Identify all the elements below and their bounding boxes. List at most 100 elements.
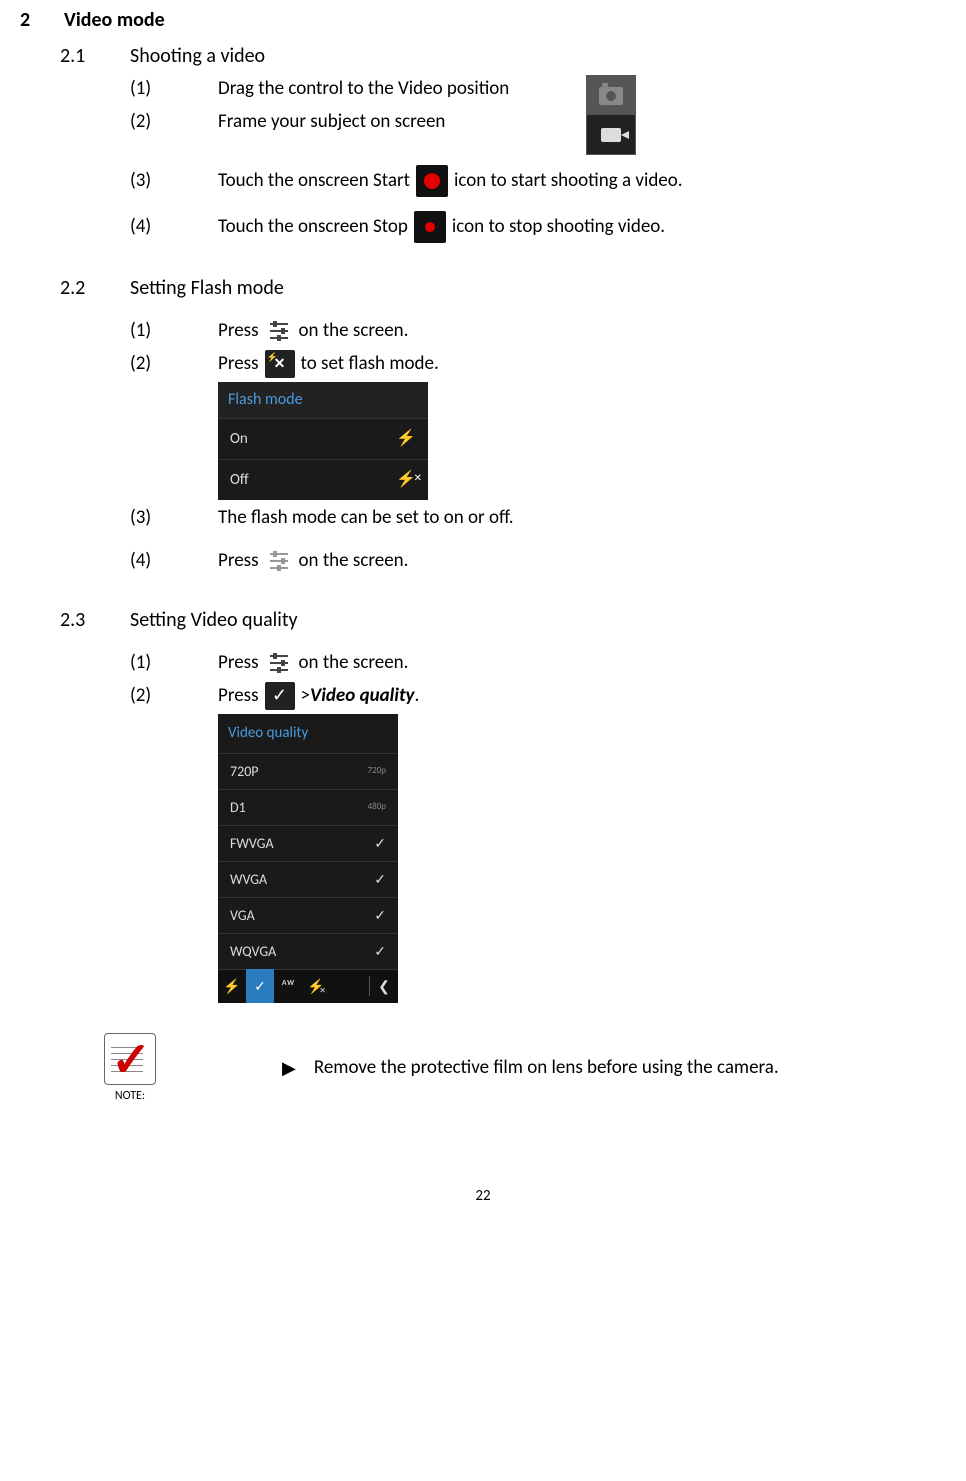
vq-label: 720P xyxy=(230,761,259,782)
vq-flash-off-icon: ⚡✕ xyxy=(302,969,330,1003)
text: icon to start shooting a video. xyxy=(454,167,683,196)
flash-on-icon: ⚡ xyxy=(396,427,416,451)
vq-badge: 720p xyxy=(368,764,386,778)
check-icon: ✓ xyxy=(374,833,386,854)
vq-label: WQVGA xyxy=(230,941,276,962)
list-item: (1) Drag the control to the Video positi… xyxy=(130,75,578,104)
flash-off-icon: ⚡✕ xyxy=(396,468,416,492)
list-item: (4) Press on the screen. xyxy=(130,547,946,576)
subsection-title: Setting Video quality xyxy=(130,605,298,635)
step-number: (3) xyxy=(130,504,218,533)
list-item: (1) Press on the screen. xyxy=(130,317,946,346)
note-text: Remove the protective film on lens befor… xyxy=(314,1054,779,1083)
settings-sliders-icon xyxy=(265,650,293,676)
list-item: (4) Touch the onscreen Stop icon to stop… xyxy=(130,211,946,243)
list-item: (1) Press on the screen. xyxy=(130,649,946,678)
text: to set flash mode. xyxy=(301,350,439,379)
note-bullet-icon: ▶ xyxy=(282,1055,296,1082)
record-start-icon xyxy=(416,165,448,197)
text: . xyxy=(415,682,420,711)
step-number: (2) xyxy=(130,350,218,379)
text: on the screen. xyxy=(299,317,409,346)
vq-toolbar: ⚡ ✓ ᴬᵂ ⚡✕ ❮ xyxy=(218,969,398,1003)
flash-off-label: Off xyxy=(230,469,249,492)
vq-label: D1 xyxy=(230,797,246,818)
vq-flash-auto-icon: ⚡ xyxy=(218,969,246,1003)
check-icon: ✓ xyxy=(374,905,386,926)
step-text: Frame your subject on screen xyxy=(218,108,445,137)
text: Press xyxy=(218,317,259,346)
section-number: 2 xyxy=(20,5,64,35)
text: > xyxy=(301,682,310,711)
video-mode xyxy=(587,115,635,154)
settings-sliders-icon xyxy=(265,548,293,574)
note-block: ✓ NOTE: ▶ Remove the protective film on … xyxy=(20,1033,946,1105)
list-item: (2) Frame your subject on screen xyxy=(130,108,578,137)
text: Press xyxy=(218,350,259,379)
text: on the screen. xyxy=(299,649,409,678)
step-number: (3) xyxy=(130,167,218,196)
step-text: Drag the control to the Video position xyxy=(218,75,509,104)
flash-mode-title: Flash mode xyxy=(218,382,428,419)
step-number: (4) xyxy=(130,213,218,242)
vq-check-selected-icon: ✓ xyxy=(246,969,274,1003)
record-stop-icon xyxy=(414,211,446,243)
video-icon xyxy=(601,128,621,142)
text: Press xyxy=(218,547,259,576)
flash-mode-screenshot: Flash mode On ⚡ Off ⚡✕ xyxy=(218,382,428,500)
vq-label: FWVGA xyxy=(230,833,274,854)
step-text: Touch the onscreen Stop icon to stop sho… xyxy=(218,211,665,243)
subsection-title: Shooting a video xyxy=(130,41,265,71)
step-number: (1) xyxy=(130,75,218,104)
list-item: (2) Press ✕⚡ to set flash mode. xyxy=(130,350,946,379)
step-text: Press ✕⚡ to set flash mode. xyxy=(218,350,439,379)
page-number: 22 xyxy=(20,1185,946,1208)
text: Press xyxy=(218,649,259,678)
step-number: (1) xyxy=(130,649,218,678)
list-item: (3) The flash mode can be set to on or o… xyxy=(130,504,946,533)
vq-wvga-row: WVGA ✓ xyxy=(218,861,398,897)
vq-badge: 480p xyxy=(368,800,386,814)
text: icon to stop shooting video. xyxy=(452,213,665,242)
step-text: Press ✓ > Video quality . xyxy=(218,682,419,711)
vq-fwvga-row: FWVGA ✓ xyxy=(218,825,398,861)
step-number: (2) xyxy=(130,108,218,137)
subsection-heading: 2.3 Setting Video quality xyxy=(20,605,946,635)
step-number: (4) xyxy=(130,547,218,576)
subsection-heading: 2.1 Shooting a video xyxy=(20,41,946,71)
vq-label: VGA xyxy=(230,905,255,926)
section-heading: 2 Video mode xyxy=(20,5,946,35)
settings-sliders-icon xyxy=(265,318,293,344)
list-item: (2) Press ✓ > Video quality . xyxy=(130,682,946,711)
flash-mode-on-row: On ⚡ xyxy=(218,419,428,460)
section-title: Video mode xyxy=(64,5,165,35)
subsection-number: 2.1 xyxy=(60,41,130,71)
flash-off-icon: ✕⚡ xyxy=(265,350,295,378)
text: on the screen. xyxy=(299,547,409,576)
subsection-number: 2.2 xyxy=(60,273,130,303)
text: Touch the onscreen Start xyxy=(218,167,410,196)
vq-d1-row: D1 480p xyxy=(218,789,398,825)
step-number: (1) xyxy=(130,317,218,346)
checkmark-icon: ✓ xyxy=(265,682,295,710)
flash-on-label: On xyxy=(230,428,248,451)
step-text: Press on the screen. xyxy=(218,649,408,678)
vq-aw-icon: ᴬᵂ xyxy=(274,969,302,1003)
vq-720p-row: 720P 720p xyxy=(218,753,398,789)
flash-mode-off-row: Off ⚡✕ xyxy=(218,460,428,500)
step-text: Press on the screen. xyxy=(218,317,408,346)
subsection-heading: 2.2 Setting Flash mode xyxy=(20,273,946,303)
vq-vga-row: VGA ✓ xyxy=(218,897,398,933)
text: Press xyxy=(218,682,259,711)
text: Touch the onscreen Stop xyxy=(218,213,408,242)
step-number: (2) xyxy=(130,682,218,711)
list-item: (3) Touch the onscreen Start icon to sta… xyxy=(130,165,946,197)
subsection-number: 2.3 xyxy=(60,605,130,635)
subsection-title: Setting Flash mode xyxy=(130,273,284,303)
check-icon: ✓ xyxy=(374,869,386,890)
step-text: Press on the screen. xyxy=(218,547,408,576)
video-quality-title: Video quality xyxy=(218,714,398,753)
vq-label: WVGA xyxy=(230,869,267,890)
vq-collapse-icon: ❮ xyxy=(370,969,398,1003)
check-icon: ✓ xyxy=(374,941,386,962)
